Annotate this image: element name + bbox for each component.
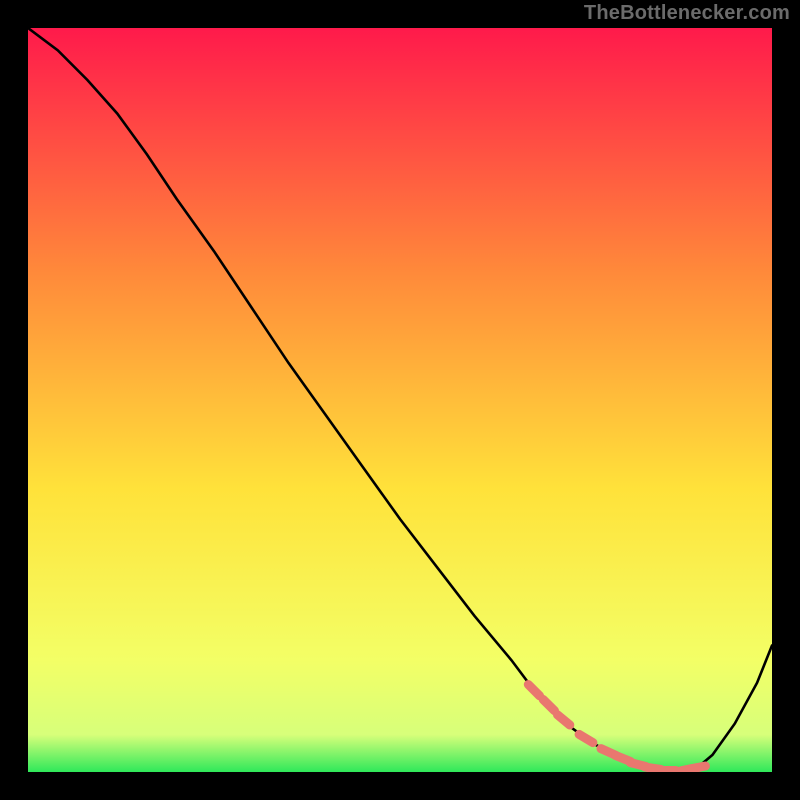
chart-container: TheBottlenecker.com xyxy=(0,0,800,800)
chart-svg xyxy=(28,28,772,772)
gradient-background xyxy=(28,28,772,772)
curve-marker xyxy=(690,766,706,769)
plot-area xyxy=(28,28,772,772)
watermark-text: TheBottlenecker.com xyxy=(584,2,790,25)
